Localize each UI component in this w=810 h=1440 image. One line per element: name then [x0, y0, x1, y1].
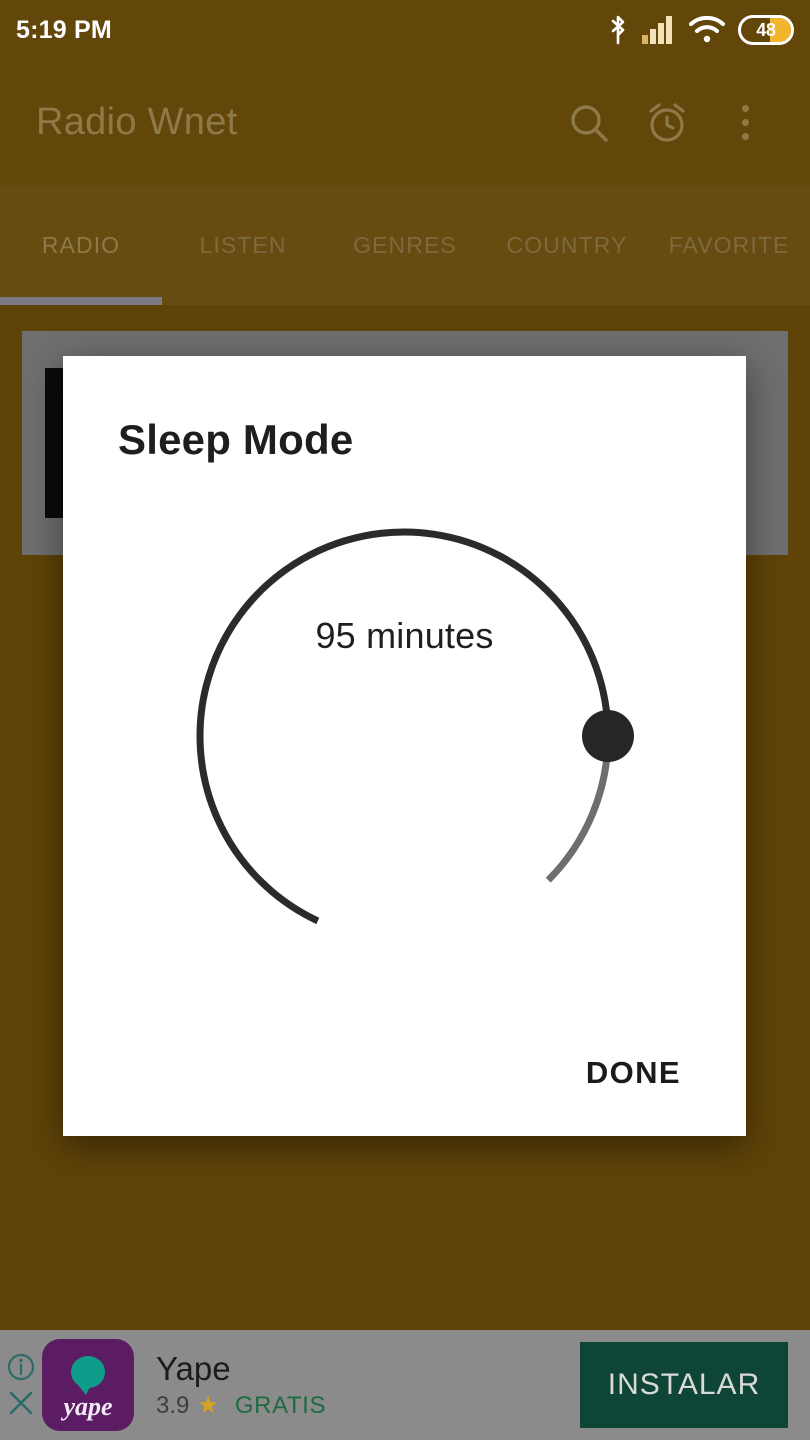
ad-meta-row: 3.9 ★ GRATIS	[156, 1392, 580, 1420]
battery-level-text: 48	[756, 20, 776, 40]
sleep-duration-dial[interactable]	[63, 476, 746, 1036]
tab-listen[interactable]: LISTEN	[162, 185, 324, 305]
overflow-menu-icon	[741, 105, 749, 140]
sleep-timer-button[interactable]	[628, 84, 706, 162]
status-clock: 5:19 PM	[16, 15, 112, 44]
done-button[interactable]: DONE	[586, 1055, 681, 1091]
search-button[interactable]	[550, 84, 628, 162]
ad-app-icon[interactable]: yape	[42, 1339, 134, 1431]
install-button[interactable]: INSTALAR	[580, 1342, 788, 1428]
tab-selection-indicator	[0, 297, 162, 305]
app-bar: Radio Wnet	[0, 60, 810, 185]
tab-bar[interactable]: RADIO LISTEN GENRES COUNTRY FAVORITE	[0, 185, 810, 305]
dial-thumb[interactable]	[582, 710, 634, 762]
ad-side-icons	[0, 1330, 42, 1440]
phone-screen: 5:19 PM 48 Radio Wnet RADIO LISTEN GENRE…	[0, 0, 810, 1440]
close-icon[interactable]	[6, 1388, 36, 1418]
ad-text-block: Yape 3.9 ★ GRATIS	[156, 1350, 580, 1420]
tab-radio[interactable]: RADIO	[0, 185, 162, 305]
status-bar: 5:19 PM 48	[0, 0, 810, 60]
search-icon	[571, 104, 608, 142]
sleep-mode-dialog: Sleep Mode 95 minutes DONE	[63, 356, 746, 1136]
tab-label: FAVORITE	[668, 231, 790, 258]
speech-bubble-icon	[71, 1356, 105, 1395]
overflow-menu-button[interactable]	[706, 84, 784, 162]
tab-label: GENRES	[353, 231, 457, 258]
tab-label: RADIO	[41, 231, 121, 258]
tab-favorite[interactable]: FAVORITE	[648, 185, 810, 305]
status-bar-icons: 48	[607, 14, 794, 46]
info-icon[interactable]	[6, 1352, 36, 1382]
ad-price-label: GRATIS	[234, 1391, 327, 1419]
tab-genres[interactable]: GENRES	[324, 185, 486, 305]
bluetooth-icon	[611, 15, 625, 45]
ad-app-name: Yape	[156, 1350, 231, 1388]
wifi-icon	[689, 16, 725, 43]
ad-banner[interactable]: yape Yape 3.9 ★ GRATIS INSTALAR	[0, 1330, 810, 1440]
battery-icon: 48	[738, 15, 794, 45]
tab-label: COUNTRY	[506, 231, 628, 258]
ad-rating-value: 3.9	[156, 1391, 190, 1419]
star-icon: ★	[197, 1391, 219, 1419]
alarm-clock-icon	[649, 102, 685, 142]
ad-icon-wordmark: yape	[63, 1392, 113, 1421]
dialog-title: Sleep Mode	[118, 416, 354, 463]
cellular-signal-icon	[642, 16, 672, 44]
app-title: Radio Wnet	[36, 101, 238, 143]
tab-country[interactable]: COUNTRY	[486, 185, 648, 305]
dial-progress-arc	[196, 528, 612, 925]
tab-label: LISTEN	[199, 231, 287, 258]
